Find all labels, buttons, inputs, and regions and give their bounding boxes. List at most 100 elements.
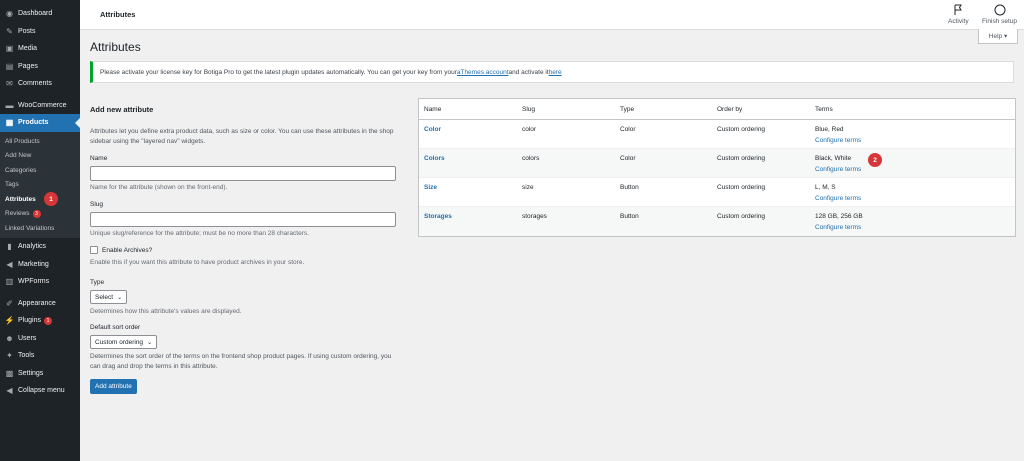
chevron-down-icon: ⌄ [147,339,153,346]
menu-comments[interactable]: ✉ Comments [0,75,80,93]
topbar-title: Attributes [100,10,136,19]
slug-input[interactable] [90,212,396,227]
col-header-type: Type [620,105,635,113]
brush-icon: ✐ [6,298,13,308]
activity-label: Activity [948,18,969,25]
notice-text: Please activate your license key for Bot… [100,68,457,76]
attribute-name-link[interactable]: Storages [424,213,452,220]
attribute-name-link[interactable]: Colors [424,155,445,162]
attribute-slug: colors [522,155,540,162]
configure-terms-link[interactable]: Configure terms [815,137,1015,144]
athemes-account-link[interactable]: aThemes account [457,69,509,76]
submenu-label: Attributes [5,195,36,203]
sort-label: Default sort order [90,324,141,331]
menu-dashboard[interactable]: ◉ Dashboard [0,5,80,23]
help-tab-button[interactable]: Help ▾ [978,29,1018,44]
admin-sidebar: ◉ Dashboard ✎ Posts ▣ Media ▤ Pages ✉ Comments ▬ … [0,0,80,461]
submenu-label: Categories [5,166,37,174]
menu-pages[interactable]: ▤ Pages [0,58,80,76]
type-select[interactable]: Select ⌄ [90,290,128,304]
submenu-label: Reviews [5,210,30,217]
attribute-order: Custom ordering [717,184,766,191]
table-row: Color color Color Custom ordering Blue, Red C… [419,120,1015,149]
megaphone-icon: ◀ [6,259,13,269]
archives-row: Enable Archives? [90,246,396,254]
menu-media[interactable]: ▣ Media [0,40,80,58]
top-bar: Attributes Activity Finish setup [80,0,1024,30]
menu-label: Analytics [18,243,47,251]
configure-terms-link[interactable]: Configure terms [815,166,1015,173]
attribute-type: Color [620,155,636,162]
menu-wpforms[interactable]: ▥ WPForms [0,273,80,291]
submenu-tags[interactable]: Tags [0,178,80,193]
attribute-type: Button [620,184,639,191]
activate-here-link[interactable]: here [549,69,562,76]
type-select-value: Select [95,293,114,301]
sort-select-value: Custom ordering [95,338,144,346]
menu-label: Settings [18,369,44,377]
submenu-attributes[interactable]: Attributes [0,193,80,208]
attribute-slug: storages [522,213,547,220]
attribute-name-link[interactable]: Size [424,184,437,191]
menu-products[interactable]: ▦ Products [0,114,80,132]
slug-hint: Unique slug/reference for the attribute;… [90,230,309,237]
attributes-table: Name Slug Type Order by Terms Color color… [418,98,1016,237]
menu-settings[interactable]: ▩ Settings [0,365,80,383]
step-marker-2: 2 [868,153,882,167]
submenu-add-new[interactable]: Add New [0,149,80,164]
submenu-label: Tags [5,181,19,188]
attribute-terms: L, M, S [815,184,836,191]
menu-plugins[interactable]: ⚡ Plugins 1 [0,312,80,330]
menu-users[interactable]: ☻ Users [0,330,80,348]
menu-label: Users [18,334,37,342]
submenu-linked-variations[interactable]: Linked Variations [0,222,80,237]
slug-label: Slug [90,201,104,208]
flag-icon [954,4,963,15]
type-label: Type [90,279,105,286]
submenu-label: All Products [5,137,40,145]
menu-label: Posts [18,27,36,35]
name-label: Name [90,155,108,162]
page-title: Attributes [90,40,141,54]
menu-woocommerce[interactable]: ▬ WooCommerce [0,97,80,115]
comment-icon: ✉ [6,79,13,89]
col-header-terms: Terms [815,105,833,113]
menu-collapse-menu[interactable]: ◀ Collapse menu [0,382,80,400]
name-input[interactable] [90,166,396,181]
archives-label: Enable Archives? [102,246,153,254]
submenu-reviews[interactable]: Reviews 3 [0,207,80,222]
attribute-name-link[interactable]: Color [424,126,441,133]
attribute-order: Custom ordering [717,126,766,133]
add-attribute-button[interactable]: Add attribute [90,379,137,394]
menu-marketing[interactable]: ◀ Marketing [0,256,80,274]
activity-button[interactable]: Activity [948,4,969,25]
table-row: Colors colors Color Custom ordering Black, W… [419,149,1015,178]
products-submenu: All Products Add New Categories Tags Attribu… [0,131,80,238]
col-header-order: Order by [717,105,743,113]
finish-setup-button[interactable]: Finish setup [982,4,1017,25]
attribute-type: Color [620,126,636,133]
notice-text-middle: and activate it [508,68,549,76]
submenu-all-products[interactable]: All Products [0,135,80,150]
attribute-terms: Black, White [815,155,852,162]
attribute-type: Button [620,213,639,220]
attribute-slug: color [522,126,537,133]
count-badge: 3 [32,210,41,219]
progress-circle-icon [994,4,1006,16]
enable-archives-checkbox[interactable] [90,246,98,254]
table-row: Size size Button Custom ordering L, M, S Conf… [419,178,1015,207]
menu-label: Tools [18,352,35,360]
menu-appearance[interactable]: ✐ Appearance [0,295,80,313]
submenu-categories[interactable]: Categories [0,164,80,179]
sort-order-select[interactable]: Custom ordering ⌄ [90,335,158,349]
configure-terms-link[interactable]: Configure terms [815,195,1015,202]
menu-posts[interactable]: ✎ Posts [0,23,80,41]
users-icon: ☻ [5,333,14,343]
menu-label: WPForms [18,278,50,286]
attribute-order: Custom ordering [717,155,766,162]
configure-terms-link[interactable]: Configure terms [815,224,1015,231]
menu-tools[interactable]: ✦ Tools [0,347,80,365]
count-badge: 1 [43,316,52,325]
name-hint: Name for the attribute (shown on the fro… [90,184,228,191]
menu-analytics[interactable]: ▮ Analytics [0,238,80,256]
